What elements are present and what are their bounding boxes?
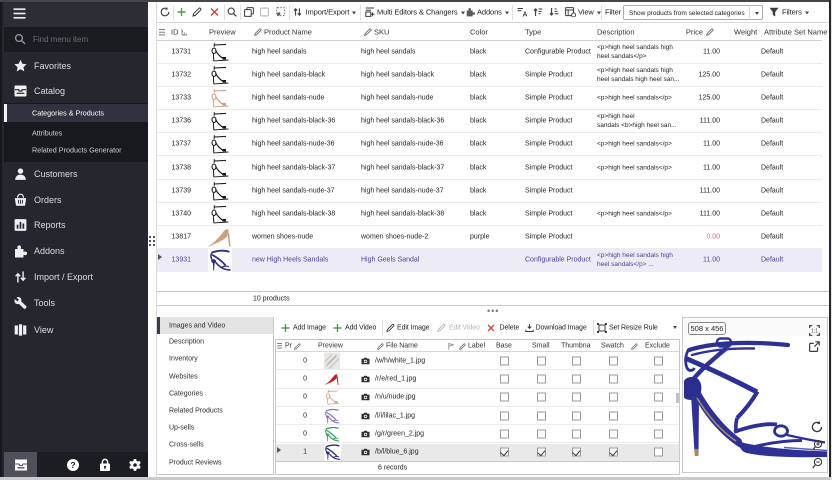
svg-text:?: ? <box>70 459 75 469</box>
svg-text:A: A <box>523 11 528 16</box>
svg-text:1:1: 1:1 <box>811 329 818 335</box>
